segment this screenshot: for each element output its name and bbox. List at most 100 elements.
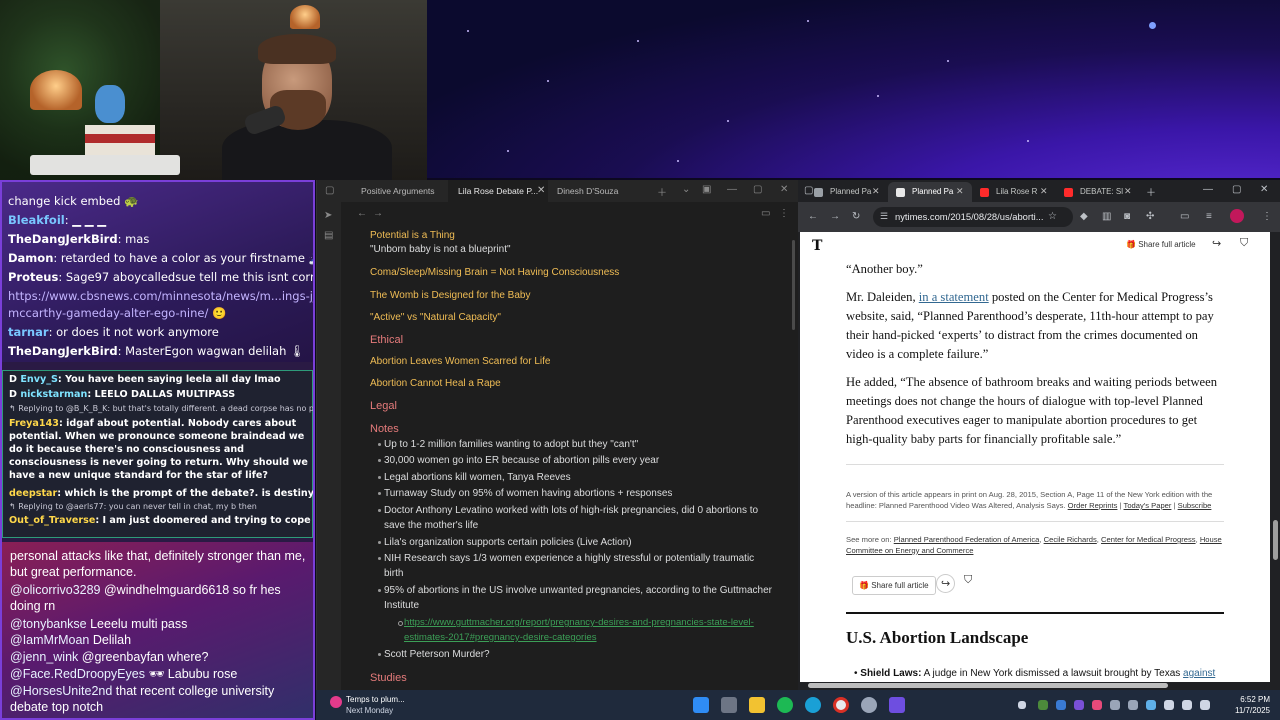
article-paragraph: He added, “The absence of bathroom break… (846, 375, 1218, 446)
notes-ribbon: ➤ ▤ (317, 202, 341, 690)
file-explorer-icon[interactable] (749, 697, 765, 713)
address-bar[interactable]: nytimes.com/2015/08/28/us/aborti... (873, 207, 1073, 227)
minimize-icon[interactable]: — (727, 184, 737, 195)
chat-message: Bleakfoil: ▁ ▁ ▁ (8, 213, 107, 227)
vertical-scrollbar[interactable] (1273, 520, 1278, 560)
cast-icon[interactable]: ▭ (1180, 211, 1189, 222)
topic-link[interactable]: Center for Medical Progress (1101, 535, 1196, 544)
lamp (290, 5, 320, 29)
reading-list-icon[interactable]: ≡ (1206, 211, 1212, 222)
figure-toy (95, 85, 125, 123)
volume-icon[interactable] (1200, 700, 1210, 710)
youtube-icon (980, 188, 989, 197)
statement-link[interactable]: in a statement (919, 290, 989, 304)
subscribe-link[interactable]: Subscribe (1178, 501, 1212, 510)
forward-icon[interactable]: → (830, 211, 840, 222)
order-reprints-link[interactable]: Order Reprints (1068, 501, 1118, 510)
layout-icon[interactable]: ▣ (702, 184, 711, 195)
site-info-icon[interactable]: ☰ (880, 211, 888, 222)
tray-icon[interactable] (1146, 700, 1156, 710)
chat-message: personal attacks like that, definitely s… (10, 549, 306, 579)
streamer-hair (258, 34, 336, 64)
obsidian-icon[interactable] (889, 697, 905, 713)
topic-link[interactable]: Cecile Richards (1044, 535, 1097, 544)
topic-link[interactable]: Planned Parenthood Federation of America (894, 535, 1040, 544)
avatar[interactable] (1230, 209, 1244, 223)
new-tab-icon[interactable]: ＋ (1146, 184, 1156, 199)
reload-icon[interactable]: ↻ (852, 211, 860, 222)
puzzle-icon[interactable]: ✣ (1146, 211, 1154, 222)
chrome-icon[interactable] (833, 697, 849, 713)
maximize-icon[interactable]: ▢ (1232, 184, 1241, 195)
tray-icon[interactable] (1074, 700, 1084, 710)
close-icon[interactable]: ✕ (780, 184, 788, 195)
planet-dot (1149, 22, 1156, 29)
close-tab-icon[interactable]: ✕ (1040, 180, 1048, 202)
note-section-heading: Ethical (370, 334, 404, 346)
maximize-icon[interactable]: ▢ (753, 184, 762, 195)
notification-title[interactable]: Temps to plum... (346, 695, 405, 704)
system-clock[interactable]: 6:52 PM 11/7/2025 (1235, 694, 1270, 716)
task-view-icon[interactable] (721, 697, 737, 713)
close-icon[interactable]: ✕ (1260, 184, 1268, 195)
taskbar: Temps to plum... Next Monday 6:52 PM 11/7… (316, 690, 1280, 720)
article-page[interactable]: T 🎁 Share full article ↪ ⛉ “Another boy.… (800, 232, 1270, 682)
trash-icon[interactable]: ▥ (1102, 211, 1111, 222)
chat-message: TheDangJerkBird: mas (8, 232, 150, 246)
tab-dinesh-dsouza[interactable]: Dinesh D'Souza (547, 180, 647, 202)
list-item: Scott Peterson Murder? (378, 647, 774, 662)
chat-message: deepstar: which is the prompt of the deb… (9, 488, 314, 499)
share-icon[interactable]: ↪ (936, 574, 956, 593)
article-link[interactable]: against (1183, 668, 1215, 679)
close-tab-icon[interactable]: ✕ (537, 180, 545, 202)
star-icon[interactable]: ☆ (1048, 211, 1057, 222)
browser-toolbar: ← → ↻ nytimes.com/2015/08/28/us/aborti..… (798, 202, 1280, 232)
tray-icon[interactable] (1056, 700, 1066, 710)
tray-icon[interactable] (1038, 700, 1048, 710)
files-icon[interactable]: ▤ (324, 230, 333, 241)
bookmark-icon[interactable]: ⛉ (1240, 237, 1248, 250)
spotify-icon[interactable] (777, 697, 793, 713)
send-icon[interactable]: ➤ (324, 210, 332, 221)
note-heading: Potential is a Thing (370, 230, 455, 241)
guttmacher-link[interactable]: https://www.guttmacher.org/report/pregna… (398, 615, 774, 645)
wifi-icon[interactable] (1182, 700, 1192, 710)
chat-link[interactable]: https://www.cbsnews.com/minnesota/news/m… (8, 289, 313, 303)
share-full-article-button[interactable]: 🎁 Share full article (852, 576, 936, 595)
bookmark-icon[interactable]: ⛉ (964, 574, 972, 587)
steam-icon[interactable] (1128, 700, 1138, 710)
settings-gear-icon[interactable] (861, 697, 877, 713)
chat-link[interactable]: mccarthy-gameday-alter-ego-nine/ 🙂 (8, 306, 226, 320)
close-tab-icon[interactable]: ✕ (872, 180, 880, 202)
note-heading: Abortion Cannot Heal a Rape (370, 378, 501, 389)
chevron-up-icon[interactable] (1018, 701, 1026, 709)
notification-icon[interactable] (330, 696, 342, 708)
tray-icon[interactable] (1110, 700, 1120, 710)
close-tab-icon[interactable]: ✕ (956, 180, 964, 202)
notes-scrollbar[interactable] (792, 240, 795, 330)
sidebar-toggle-icon[interactable]: ▢ (325, 185, 334, 196)
todays-paper-link[interactable]: Today's Paper (1124, 501, 1172, 510)
nyt-logo[interactable]: T (812, 238, 822, 254)
tray-icon[interactable] (1164, 700, 1174, 710)
edge-icon[interactable] (805, 697, 821, 713)
tray-icon[interactable] (1092, 700, 1102, 710)
extension-icon[interactable]: ◆ (1080, 211, 1088, 222)
back-icon[interactable]: ← (808, 211, 818, 222)
share-icon[interactable]: ↪ (1212, 237, 1221, 250)
close-tab-icon[interactable]: ✕ (1124, 180, 1132, 202)
extension-icon[interactable]: ◙ (1124, 211, 1130, 222)
start-icon[interactable] (693, 697, 709, 713)
note-editor[interactable]: Potential is a Thing "Unborn baby is not… (341, 202, 791, 690)
minimize-icon[interactable]: — (1203, 184, 1213, 195)
section-divider (846, 612, 1224, 614)
tab-positive-arguments[interactable]: Positive Arguments (351, 180, 447, 202)
horizontal-scrollbar[interactable] (808, 683, 1168, 688)
share-full-article-button[interactable]: 🎁 Share full article (1126, 240, 1196, 249)
menu-icon[interactable]: ⋮ (1262, 211, 1272, 222)
chat-message: @jenn_wink @greenbayfan where? (10, 650, 209, 664)
chevron-down-icon[interactable]: ⌄ (682, 184, 690, 195)
new-tab-icon[interactable]: ＋ (657, 184, 667, 199)
tab-lila-rose-debate[interactable]: Lila Rose Debate P... (448, 180, 548, 202)
chat-overlay: change kick embed 🐢 Bleakfoil: ▁ ▁ ▁ The… (0, 180, 315, 720)
